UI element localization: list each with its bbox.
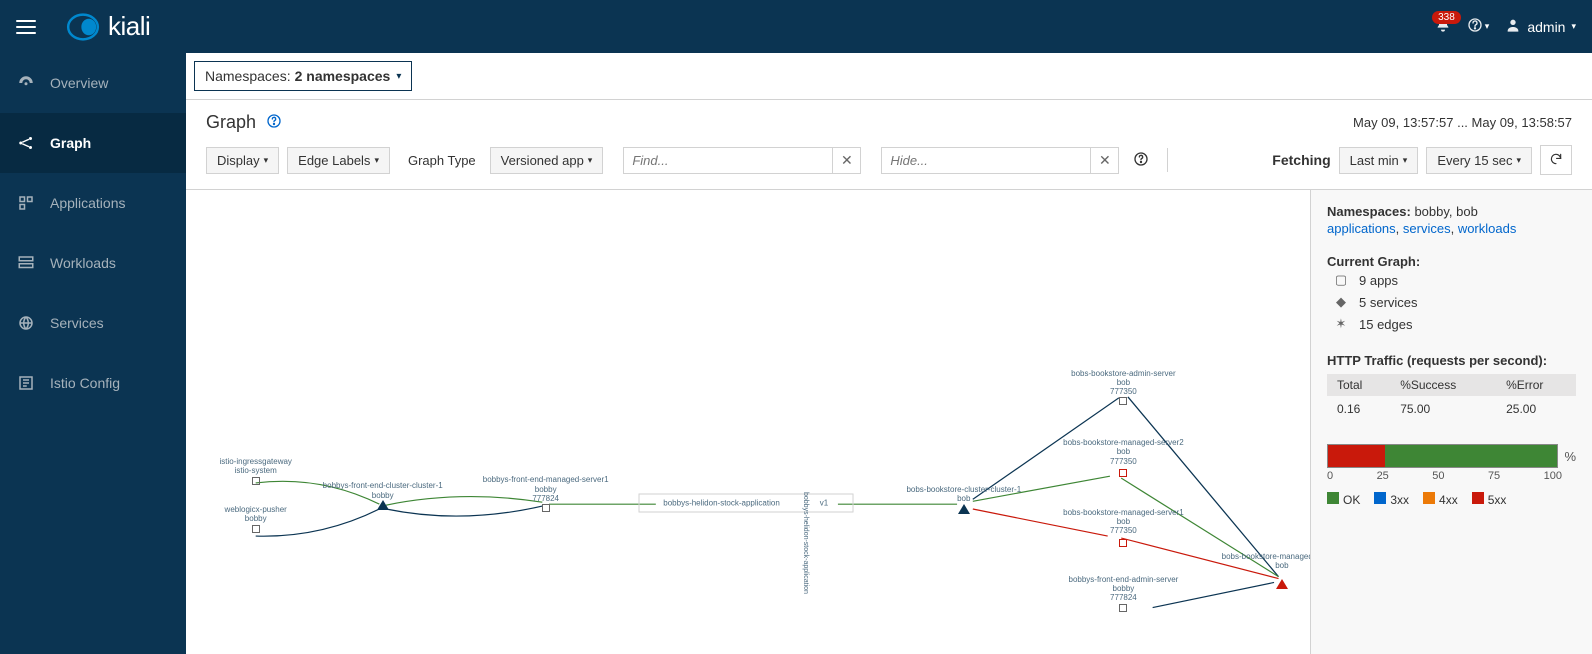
- namespace-selector[interactable]: Namespaces: 2 namespaces ▾: [194, 61, 412, 91]
- graph-type-dropdown[interactable]: Versioned app▾: [490, 147, 604, 174]
- close-icon: ✕: [841, 152, 853, 169]
- apps-icon: ▢: [1333, 272, 1349, 288]
- traffic-bar-chart: [1327, 444, 1558, 468]
- sidebar-item-overview[interactable]: Overview: [0, 53, 186, 113]
- product-logo: kiali: [66, 11, 150, 42]
- sidebar-item-workloads[interactable]: Workloads: [0, 233, 186, 293]
- stat-apps: ▢9 apps: [1327, 269, 1576, 291]
- node-marker-icon: [252, 525, 260, 533]
- applications-icon: [16, 193, 36, 213]
- sidebar-label: Istio Config: [50, 375, 120, 391]
- sidebar-label: Workloads: [50, 255, 116, 271]
- product-name: kiali: [108, 11, 150, 42]
- current-graph-label: Current Graph:: [1327, 254, 1420, 269]
- triangle-marker-icon: [1276, 579, 1288, 589]
- close-icon: ✕: [1099, 152, 1111, 169]
- find-input[interactable]: [623, 147, 833, 174]
- node-marker-icon: [1119, 604, 1127, 612]
- stat-services: ◆5 services: [1327, 291, 1576, 313]
- link-applications[interactable]: applications: [1327, 221, 1396, 236]
- help-icon[interactable]: [266, 113, 282, 132]
- node-bookstore-managed1b[interactable]: bobs-bookstore-managed-server1bob: [1222, 552, 1310, 570]
- node-bookstore-admin[interactable]: bobs-bookstore-admin-serverbob777350: [1071, 369, 1176, 397]
- sidebar-item-services[interactable]: Services: [0, 293, 186, 353]
- hamburger-menu-icon[interactable]: [16, 20, 36, 34]
- duration-dropdown[interactable]: Last min▾: [1339, 147, 1419, 174]
- node-bookstore-cluster[interactable]: bobs-bookstore-cluster-cluster-1bob: [906, 485, 1021, 503]
- node-front-admin[interactable]: bobbys-front-end-admin-serverbobby777824: [1068, 575, 1178, 603]
- node-front-cluster[interactable]: bobbys-front-end-cluster-cluster-1bobby: [323, 481, 443, 499]
- sidebar: Overview Graph Applications Workloads Se…: [0, 53, 186, 654]
- summary-panel: Namespaces: bobby, bob applications, ser…: [1310, 190, 1592, 654]
- refresh-button[interactable]: [1540, 145, 1572, 175]
- services-stat-icon: ◆: [1333, 294, 1349, 310]
- edge-labels-dropdown[interactable]: Edge Labels▾: [287, 147, 390, 174]
- clear-find-button[interactable]: ✕: [833, 147, 861, 174]
- node-bookstore-managed1[interactable]: bobs-bookstore-managed-server1bob777350: [1063, 508, 1184, 536]
- node-helidon-side: bobbys-helidon-stock-application: [801, 492, 809, 594]
- refresh-icon: [1549, 152, 1563, 169]
- dashboard-icon: [16, 73, 36, 93]
- stat-edges: ✶15 edges: [1327, 313, 1576, 335]
- triangle-marker-icon: [377, 500, 389, 510]
- link-workloads[interactable]: workloads: [1458, 221, 1517, 236]
- workloads-icon: [16, 253, 36, 273]
- toolbar-help-icon[interactable]: [1133, 151, 1149, 170]
- node-marker-icon: [1119, 397, 1127, 405]
- sidebar-item-istio-config[interactable]: Istio Config: [0, 353, 186, 413]
- clear-hide-button[interactable]: ✕: [1091, 147, 1119, 174]
- traffic-axis: 0 25 50 75 100: [1327, 470, 1576, 482]
- chevron-down-icon: ▾: [396, 71, 401, 82]
- notification-badge: 338: [1432, 11, 1461, 24]
- graph-icon: [16, 133, 36, 153]
- refresh-interval-dropdown[interactable]: Every 15 sec▾: [1426, 147, 1532, 174]
- summary-ns-value: bobby, bob: [1414, 204, 1477, 219]
- graph-type-label: Graph Type: [398, 153, 482, 168]
- notifications-button[interactable]: 338: [1435, 17, 1451, 36]
- user-icon: [1505, 17, 1521, 36]
- node-helidon-app[interactable]: bobbys-helidon-stock-applicationv1: [638, 494, 853, 513]
- service-graph[interactable]: istio-ingressgatewayistio-system weblogi…: [186, 190, 1310, 654]
- traffic-legend: OK 3xx 4xx 5xx: [1327, 492, 1576, 507]
- traffic-table: Total %Success %Error 0.16 75.00 25.00: [1327, 374, 1576, 422]
- node-istio-ingress[interactable]: istio-ingressgatewayistio-system: [219, 457, 291, 475]
- sidebar-item-graph[interactable]: Graph: [0, 113, 186, 173]
- user-menu[interactable]: admin ▾: [1505, 17, 1576, 36]
- page-title: Graph: [206, 112, 256, 133]
- sidebar-label: Services: [50, 315, 104, 331]
- edges-icon: ✶: [1333, 316, 1349, 332]
- node-marker-icon: [1119, 539, 1127, 547]
- kiali-swirl-icon: [66, 13, 100, 41]
- sidebar-label: Applications: [50, 195, 126, 211]
- node-front-server1[interactable]: bobbys-front-end-managed-server1bobby777…: [483, 475, 609, 503]
- traffic-title: HTTP Traffic (requests per second):: [1327, 353, 1547, 368]
- hide-input[interactable]: [881, 147, 1091, 174]
- sidebar-label: Graph: [50, 135, 91, 151]
- node-marker-icon: [252, 477, 260, 485]
- display-dropdown[interactable]: Display▾: [206, 147, 279, 174]
- sidebar-item-applications[interactable]: Applications: [0, 173, 186, 233]
- node-marker-icon: [1119, 469, 1127, 477]
- node-marker-icon: [542, 504, 550, 512]
- percent-icon: %: [1564, 449, 1576, 464]
- node-bookstore-managed2[interactable]: bobs-bookstore-managed-server2bob777350: [1063, 438, 1184, 466]
- node-weblogic-pusher[interactable]: weblogicx-pusherbobby: [225, 505, 287, 523]
- link-services[interactable]: services: [1403, 221, 1451, 236]
- services-icon: [16, 313, 36, 333]
- user-label: admin: [1527, 19, 1565, 35]
- config-icon: [16, 373, 36, 393]
- fetching-label: Fetching: [1272, 152, 1330, 168]
- question-circle-icon: [1467, 17, 1483, 36]
- help-menu[interactable]: ▾: [1467, 17, 1490, 36]
- sidebar-label: Overview: [50, 75, 108, 91]
- triangle-marker-icon: [958, 504, 970, 514]
- summary-ns-label: Namespaces:: [1327, 204, 1411, 219]
- time-range-label: May 09, 13:57:57 ... May 09, 13:58:57: [1353, 115, 1572, 130]
